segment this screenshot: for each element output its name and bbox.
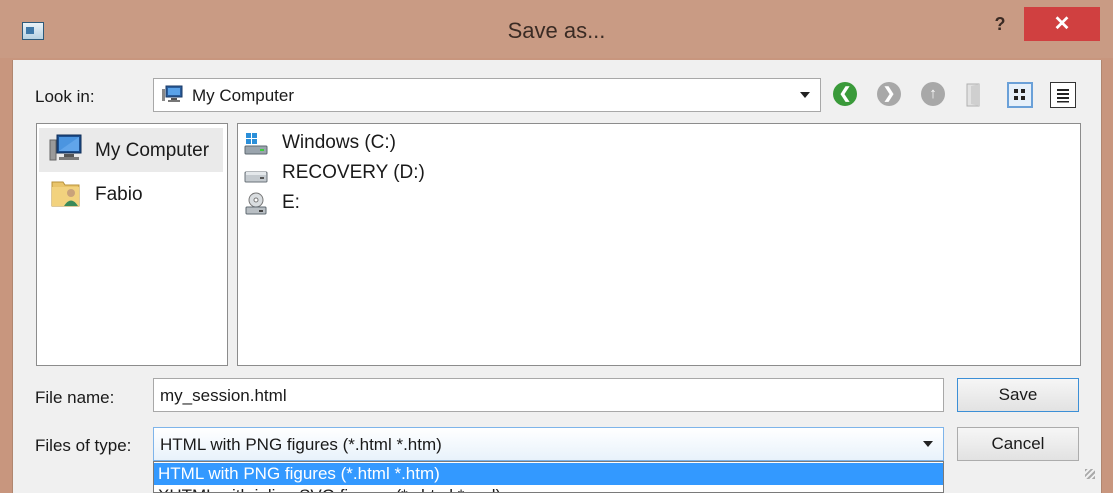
file-type-dropdown: HTML with PNG figures (*.html *.htm) XHT… <box>153 461 944 493</box>
new-folder-icon[interactable] <box>963 82 987 108</box>
optical-drive-icon <box>245 192 267 215</box>
forward-icon[interactable]: ❯ <box>877 82 901 106</box>
sidebar-item-label: Fabio <box>95 184 143 205</box>
file-name-input[interactable]: my_session.html <box>153 378 944 412</box>
chevron-down-icon[interactable] <box>923 441 933 447</box>
drive-label: RECOVERY (D:) <box>282 162 425 183</box>
file-type-select[interactable]: HTML with PNG figures (*.html *.htm) <box>153 427 944 461</box>
look-in-value: My Computer <box>192 86 295 105</box>
sidebar-item-label: My Computer <box>95 140 210 161</box>
title-bar: Save as... ? ✕ <box>0 0 1113 58</box>
window-title: Save as... <box>507 18 606 43</box>
close-button[interactable]: ✕ <box>1024 7 1100 41</box>
windows-drive-icon <box>244 133 268 155</box>
computer-icon <box>162 85 183 102</box>
dialog-body: Look in: My Computer ❮ ❯ ↑ My Computer F… <box>12 60 1102 493</box>
drive-label: E: <box>282 192 300 213</box>
back-icon[interactable]: ❮ <box>833 82 857 106</box>
sidebar-item-my-computer[interactable]: My Computer <box>39 128 223 172</box>
detail-view-icon[interactable] <box>1050 82 1076 108</box>
sidebar-item-fabio[interactable]: Fabio <box>39 172 223 216</box>
resize-grip-icon[interactable] <box>1085 469 1095 479</box>
places-sidebar: My Computer Fabio <box>36 123 228 366</box>
computer-icon <box>49 134 82 161</box>
up-icon[interactable]: ↑ <box>921 82 945 106</box>
cancel-button[interactable]: Cancel <box>957 427 1079 461</box>
list-item-e-drive[interactable]: E: <box>244 190 544 218</box>
help-button[interactable]: ? <box>988 14 1012 38</box>
look-in-combo[interactable]: My Computer <box>153 78 821 112</box>
chevron-down-icon[interactable] <box>800 92 810 98</box>
drive-label: Windows (C:) <box>282 132 397 153</box>
file-name-label: File name: <box>35 388 115 407</box>
file-list: Windows (C:) RECOVERY (D:) E: <box>237 123 1081 366</box>
save-button[interactable]: Save <box>957 378 1079 412</box>
dropdown-option[interactable]: XHTML with inline SVG figures (*.xhtml *… <box>154 485 943 492</box>
list-view-icon[interactable] <box>1007 82 1033 108</box>
user-folder-icon <box>51 181 80 207</box>
file-type-label: Files of type: <box>35 436 132 455</box>
list-item-recovery-drive[interactable]: RECOVERY (D:) <box>244 160 544 188</box>
look-in-label: Look in: <box>35 87 95 106</box>
list-item-windows-drive[interactable]: Windows (C:) <box>244 130 544 158</box>
file-type-value: HTML with PNG figures (*.html *.htm) <box>160 435 442 454</box>
dropdown-option[interactable]: HTML with PNG figures (*.html *.htm) <box>154 463 943 485</box>
hard-drive-icon <box>244 171 268 183</box>
